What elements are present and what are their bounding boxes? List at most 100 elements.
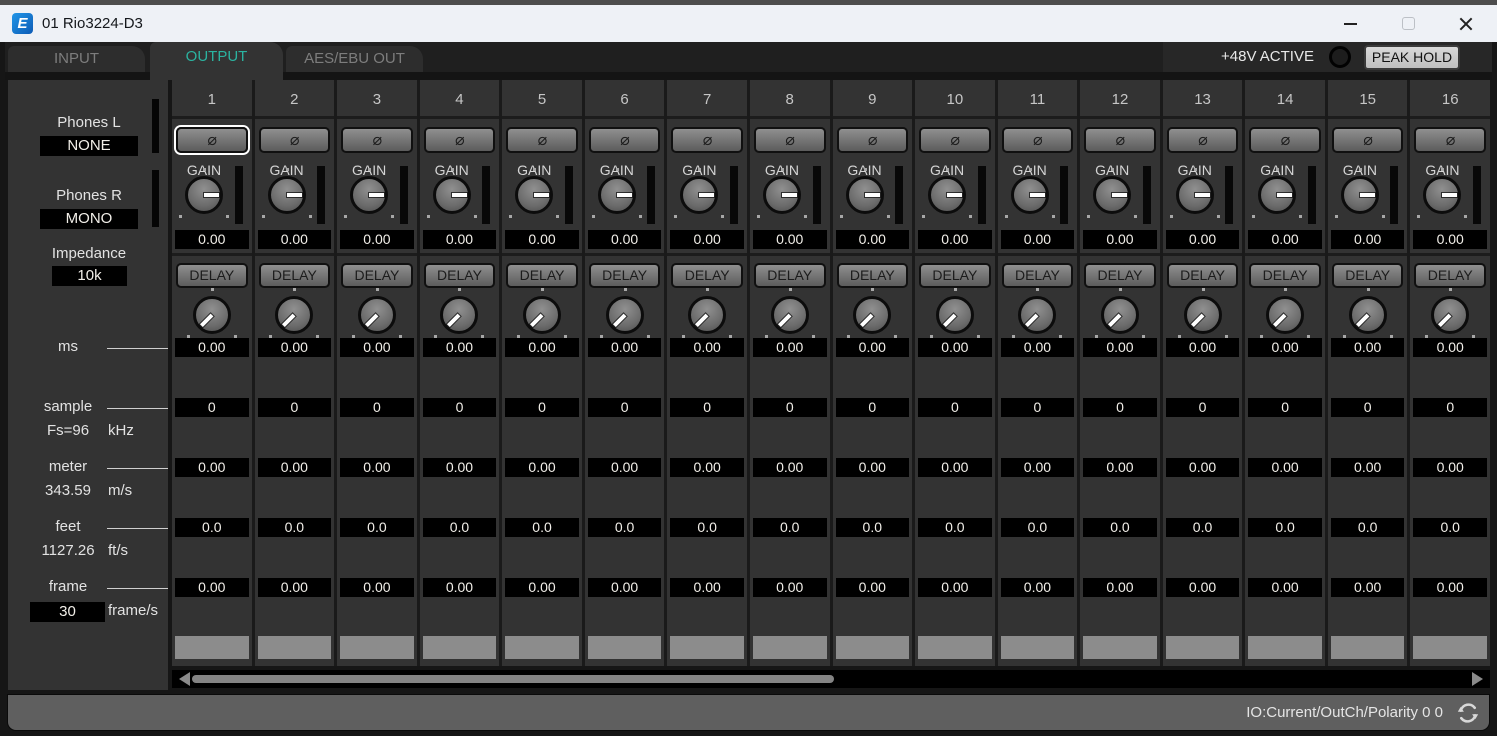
tab-input[interactable]: INPUT <box>8 46 145 72</box>
delay-meter-value[interactable]: 0.00 <box>175 458 249 477</box>
gain-value[interactable]: 0.00 <box>1413 230 1487 249</box>
delay-knob[interactable] <box>275 296 313 334</box>
gain-value[interactable]: 0.00 <box>258 230 332 249</box>
delay-meter-value[interactable]: 0.00 <box>340 458 414 477</box>
delay-feet-value[interactable]: 0.0 <box>505 518 579 537</box>
gain-value[interactable]: 0.00 <box>588 230 662 249</box>
delay-knob[interactable] <box>606 296 644 334</box>
tab-output[interactable]: OUTPUT <box>150 42 283 80</box>
delay-knob[interactable] <box>1184 296 1222 334</box>
delay-frame-value[interactable]: 0.00 <box>836 578 910 597</box>
delay-button[interactable]: DELAY <box>754 263 826 288</box>
delay-feet-value[interactable]: 0.0 <box>588 518 662 537</box>
delay-ms-value[interactable]: 0.00 <box>505 338 579 357</box>
delay-feet-value[interactable]: 0.0 <box>836 518 910 537</box>
delay-frame-value[interactable]: 0.00 <box>588 578 662 597</box>
delay-ms-value[interactable]: 0.00 <box>1166 338 1240 357</box>
gain-value[interactable]: 0.00 <box>1248 230 1322 249</box>
delay-frame-value[interactable]: 0.00 <box>1248 578 1322 597</box>
gain-value[interactable]: 0.00 <box>505 230 579 249</box>
delay-knob[interactable] <box>193 296 231 334</box>
gain-knob[interactable] <box>433 176 471 214</box>
gain-knob[interactable] <box>846 176 884 214</box>
gain-knob[interactable] <box>598 176 636 214</box>
delay-sample-value[interactable]: 0 <box>588 398 662 417</box>
delay-ms-value[interactable]: 0.00 <box>1331 338 1405 357</box>
gain-value[interactable]: 0.00 <box>1166 230 1240 249</box>
gain-knob[interactable] <box>1423 176 1461 214</box>
delay-button[interactable]: DELAY <box>837 263 909 288</box>
delay-sample-value[interactable]: 0 <box>1248 398 1322 417</box>
delay-ms-value[interactable]: 0.00 <box>175 338 249 357</box>
phase-button[interactable]: ⌀ <box>424 127 496 153</box>
delay-sample-value[interactable]: 0 <box>1331 398 1405 417</box>
delay-frame-value[interactable]: 0.00 <box>1331 578 1405 597</box>
delay-ms-value[interactable]: 0.00 <box>588 338 662 357</box>
phase-button[interactable]: ⌀ <box>1084 127 1156 153</box>
delay-button[interactable]: DELAY <box>671 263 743 288</box>
gain-knob[interactable] <box>1093 176 1131 214</box>
delay-sample-value[interactable]: 0 <box>918 398 992 417</box>
delay-feet-value[interactable]: 0.0 <box>423 518 497 537</box>
delay-ms-value[interactable]: 0.00 <box>1083 338 1157 357</box>
delay-ms-value[interactable]: 0.00 <box>836 338 910 357</box>
delay-meter-value[interactable]: 0.00 <box>753 458 827 477</box>
delay-meter-value[interactable]: 0.00 <box>1248 458 1322 477</box>
delay-feet-value[interactable]: 0.0 <box>1001 518 1075 537</box>
delay-ms-value[interactable]: 0.00 <box>1248 338 1322 357</box>
gain-value[interactable]: 0.00 <box>175 230 249 249</box>
delay-button[interactable]: DELAY <box>341 263 413 288</box>
delay-frame-value[interactable]: 0.00 <box>505 578 579 597</box>
delay-frame-value[interactable]: 0.00 <box>1413 578 1487 597</box>
delay-sample-value[interactable]: 0 <box>175 398 249 417</box>
delay-button[interactable]: DELAY <box>1167 263 1239 288</box>
gain-value[interactable]: 0.00 <box>1331 230 1405 249</box>
impedance-value[interactable]: 10k <box>52 266 127 286</box>
phase-button[interactable]: ⌀ <box>1249 127 1321 153</box>
delay-feet-value[interactable]: 0.0 <box>670 518 744 537</box>
gain-knob[interactable] <box>1341 176 1379 214</box>
delay-ms-value[interactable]: 0.00 <box>423 338 497 357</box>
delay-feet-value[interactable]: 0.0 <box>1413 518 1487 537</box>
phase-button[interactable]: ⌀ <box>837 127 909 153</box>
delay-frame-value[interactable]: 0.00 <box>175 578 249 597</box>
gain-value[interactable]: 0.00 <box>340 230 414 249</box>
phase-button[interactable]: ⌀ <box>341 127 413 153</box>
gain-knob[interactable] <box>1011 176 1049 214</box>
delay-knob[interactable] <box>1101 296 1139 334</box>
delay-frame-value[interactable]: 0.00 <box>1083 578 1157 597</box>
delay-frame-value[interactable]: 0.00 <box>1001 578 1075 597</box>
delay-feet-value[interactable]: 0.0 <box>340 518 414 537</box>
gain-knob[interactable] <box>1258 176 1296 214</box>
delay-feet-value[interactable]: 0.0 <box>918 518 992 537</box>
sync-refresh-icon[interactable] <box>1455 700 1481 726</box>
delay-button[interactable]: DELAY <box>1084 263 1156 288</box>
delay-sample-value[interactable]: 0 <box>1166 398 1240 417</box>
delay-knob[interactable] <box>1266 296 1304 334</box>
tab-aes-ebu-out[interactable]: AES/EBU OUT <box>286 46 423 72</box>
delay-frame-value[interactable]: 0.00 <box>340 578 414 597</box>
delay-meter-value[interactable]: 0.00 <box>1001 458 1075 477</box>
delay-button[interactable]: DELAY <box>1332 263 1404 288</box>
delay-meter-value[interactable]: 0.00 <box>1413 458 1487 477</box>
phase-button[interactable]: ⌀ <box>1002 127 1074 153</box>
delay-knob[interactable] <box>440 296 478 334</box>
delay-button[interactable]: DELAY <box>1414 263 1486 288</box>
delay-frame-value[interactable]: 0.00 <box>1166 578 1240 597</box>
delay-meter-value[interactable]: 0.00 <box>1331 458 1405 477</box>
delay-sample-value[interactable]: 0 <box>423 398 497 417</box>
gain-knob[interactable] <box>1176 176 1214 214</box>
delay-meter-value[interactable]: 0.00 <box>918 458 992 477</box>
delay-meter-value[interactable]: 0.00 <box>258 458 332 477</box>
delay-button[interactable]: DELAY <box>506 263 578 288</box>
delay-feet-value[interactable]: 0.0 <box>175 518 249 537</box>
delay-knob[interactable] <box>1018 296 1056 334</box>
phase-button[interactable]: ⌀ <box>1414 127 1486 153</box>
phase-button[interactable]: ⌀ <box>1332 127 1404 153</box>
peak-hold-button[interactable]: PEAK HOLD <box>1364 45 1460 70</box>
delay-knob[interactable] <box>688 296 726 334</box>
delay-frame-value[interactable]: 0.00 <box>753 578 827 597</box>
delay-feet-value[interactable]: 0.0 <box>1166 518 1240 537</box>
gain-value[interactable]: 0.00 <box>670 230 744 249</box>
delay-button[interactable]: DELAY <box>176 263 248 288</box>
